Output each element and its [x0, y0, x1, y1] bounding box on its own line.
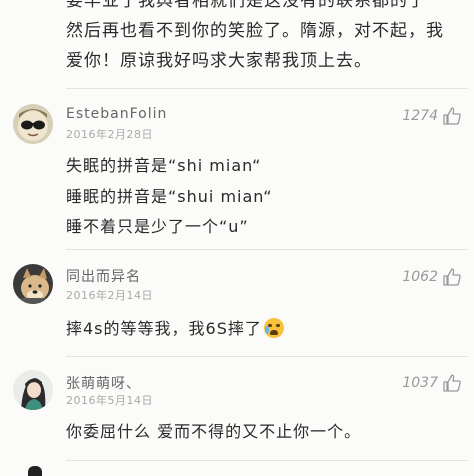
like-count: 1274 [402, 108, 438, 124]
comment-text: 你委屈什么 爱而不得的又不止你一个。 [66, 422, 362, 441]
comment-date: 2016年5月14日 [66, 394, 153, 407]
like-count: 1062 [402, 269, 438, 285]
comment-username[interactable]: EstebanFolin [66, 106, 167, 122]
avatar[interactable] [13, 370, 53, 410]
divider [66, 460, 468, 461]
comment-text: 失眠的拼音是“shi mian“ [66, 156, 262, 175]
comment-text-row: 摔4s的等等我，我6S摔了 [66, 315, 284, 339]
like-button[interactable]: 1062 [402, 267, 462, 287]
avatar[interactable] [28, 466, 42, 476]
crying-face-emoji-icon [263, 318, 284, 338]
thumbs-up-icon [443, 107, 461, 125]
sunglasses-face-avatar-icon [13, 104, 53, 144]
comment-text: 睡不着只是少了一个“u” [66, 217, 249, 236]
like-button[interactable]: 1274 [402, 106, 462, 126]
avatar[interactable] [13, 264, 53, 304]
thumbs-up-icon [443, 268, 461, 286]
comment-date: 2016年2月28日 [66, 128, 153, 141]
post-text-line: 要毕业了我舆者相就们是这没有的联系都的了 [66, 0, 426, 11]
comment-date: 2016年2月14日 [66, 289, 153, 302]
post-text-line: 爱你！原谅我好吗求大家帮我顶上去。 [66, 51, 372, 71]
divider [66, 88, 468, 89]
comment-username[interactable]: 同出而异名 [66, 266, 141, 286]
post-text: 要毕业了我舆者相就们是这没有的联系都的了 然后再也看不到你的笑脸了。隋源，对不起… [66, 0, 466, 76]
post-text-line: 然后再也看不到你的笑脸了。隋源，对不起，我 [66, 21, 444, 41]
divider [66, 356, 468, 357]
doge-avatar-icon [13, 264, 53, 304]
like-button[interactable]: 1037 [402, 373, 462, 393]
like-count: 1037 [402, 375, 438, 391]
comment-text: 摔4s的等等我，我6S摔了 [66, 319, 262, 338]
comment-text: 睡眠的拼音是“shui mian“ [66, 187, 273, 206]
girl-avatar-icon [13, 370, 53, 410]
divider [66, 249, 468, 250]
thumbs-up-icon [443, 374, 461, 392]
comment-username[interactable]: 张萌萌呀、 [66, 373, 141, 393]
avatar[interactable] [13, 104, 53, 144]
